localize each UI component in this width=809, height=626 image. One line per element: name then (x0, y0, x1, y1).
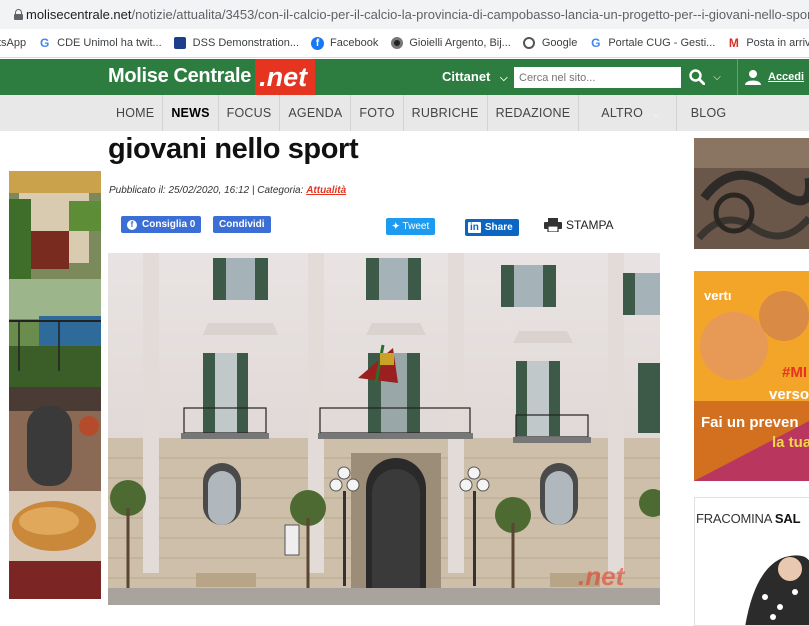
globe-icon (523, 37, 536, 50)
url-host: molisecentrale.net (26, 7, 132, 22)
chevron-down-icon: ⌵ (713, 71, 721, 83)
thumbnail-collage[interactable] (9, 171, 101, 599)
bookmark-item[interactable]: f Facebook (311, 36, 379, 50)
print-label: STAMPA (566, 218, 614, 232)
bookmark-item[interactable]: DSS Demonstration... (174, 37, 299, 50)
gmail-icon: M (728, 36, 739, 50)
left-image-strip (9, 171, 101, 599)
category-link[interactable]: Attualità (306, 185, 346, 196)
bookmark-label: DSS Demonstration... (192, 37, 300, 49)
bookmark-label: tsApp (0, 37, 27, 49)
jewelry-icon (390, 37, 403, 50)
bookmark-label: Google (541, 37, 578, 49)
like-label: Consiglia 0 (142, 219, 196, 230)
fracomina-image (745, 555, 809, 625)
ad-line2: verso (769, 386, 809, 403)
photo-watermark: .net (578, 561, 626, 591)
nav-altro-label: ALTRO (601, 106, 644, 120)
bookmark-label: Facebook (330, 37, 379, 49)
fracomina-sale: SAL (774, 511, 801, 526)
nav-item-rubriche[interactable]: RUBRICHE (404, 95, 488, 131)
google-icon: G (591, 36, 601, 50)
logo-molise: Molise (108, 65, 169, 87)
facebook-like-button[interactable]: f Consiglia 0 (121, 216, 202, 233)
sidebar-advertisement[interactable]: vertı #MI verso Fai un preven la tua (694, 271, 809, 481)
facebook-icon: f (127, 219, 137, 230)
search-button[interactable]: ⌵ (685, 65, 725, 89)
bookmarks-bar: tsApp G CDE Unimol ha twit... DSS Demons… (0, 29, 809, 58)
url-path: /notizie/attualita/3453/con-il-calcio-pe… (131, 7, 809, 22)
dss-icon (174, 37, 187, 50)
site-logo[interactable]: Molise Centrale .net (108, 59, 316, 95)
ad-line4: la tua (772, 434, 809, 451)
chevron-down-icon: ⌵ (652, 109, 660, 119)
nav-item-blog[interactable]: BLOG (677, 95, 741, 131)
farm-tools-image (694, 138, 809, 249)
printer-icon (544, 218, 562, 232)
fracomina-brand: FRACOMINA (696, 511, 772, 526)
share-label: Condividi (219, 219, 265, 230)
address-bar[interactable]: molisecentrale.net/notizie/attualita/345… (0, 0, 809, 29)
nav-item-altro[interactable]: ALTRO ⌵ (579, 95, 677, 131)
search-input[interactable] (514, 67, 681, 88)
bookmark-item[interactable]: tsApp (0, 37, 26, 49)
chevron-down-icon: ⌵ (500, 73, 508, 84)
login-link[interactable]: Accedi | (737, 59, 809, 95)
bookmark-item[interactable]: G CDE Unimol ha twit... (38, 36, 162, 50)
linkedin-label: Share (484, 222, 513, 233)
cittanet-dropdown[interactable]: Cittanet ⌵ (442, 69, 508, 84)
nav-item-foto[interactable]: FOTO (351, 95, 404, 131)
publication-line: Pubblicato il: 25/02/2020, 16:12 | Categ… (109, 185, 346, 196)
logo-net: .net (255, 59, 316, 95)
facebook-share-button[interactable]: Condividi (213, 216, 271, 233)
fracomina-advertisement[interactable]: FRACOMINA SAL (694, 497, 809, 626)
bookmark-item[interactable]: Google (523, 37, 577, 50)
ad-line3: Fai un preven (701, 414, 799, 431)
bookmark-label: CDE Unimol ha twit... (57, 37, 162, 49)
ad-brand: vertı (704, 288, 732, 303)
logo-centrale: Centrale (173, 65, 252, 87)
article-title: giovani nello sport (108, 133, 359, 165)
linkedin-share-button[interactable]: in Share (465, 219, 519, 236)
article-photo[interactable]: .net (108, 253, 660, 605)
tweet-label: Tweet (402, 221, 430, 232)
twitter-icon: ✦ (392, 221, 400, 231)
published-date: Pubblicato il: 25/02/2020, 16:12 | Categ… (109, 185, 307, 196)
nav-item-agenda[interactable]: AGENDA (280, 95, 352, 131)
ad-hashtag: #MI (782, 364, 808, 381)
nav-item-redazione[interactable]: REDAZIONE (488, 95, 580, 131)
nav-item-focus[interactable]: FOCUS (219, 95, 281, 131)
linkedin-icon: in (468, 222, 481, 233)
login-label: Accedi (768, 71, 805, 83)
facebook-icon: f (311, 36, 325, 50)
user-icon (745, 70, 761, 85)
fracomina-label: FRACOMINA SAL (696, 511, 801, 526)
palazzo-photo: .net (108, 253, 660, 605)
google-icon: G (39, 36, 50, 50)
bookmark-item[interactable]: M Posta in arrivo (727, 36, 809, 50)
nav-items: HOME NEWS FOCUS AGENDA FOTO RUBRICHE RED… (108, 95, 740, 131)
bookmark-label: Portale CUG - Gesti... (608, 37, 716, 49)
bookmark-label: Posta in arrivo (746, 37, 809, 49)
nav-item-home[interactable]: HOME (108, 95, 164, 131)
print-button[interactable]: STAMPA (544, 218, 614, 232)
search-icon (689, 69, 706, 85)
nav-item-news[interactable]: NEWS (163, 95, 219, 131)
tweet-button[interactable]: ✦ Tweet (386, 218, 436, 235)
sidebar-image[interactable] (694, 138, 809, 249)
bookmark-label: Gioielli Argento, Bij... (409, 37, 511, 49)
bookmark-item[interactable]: Gioielli Argento, Bij... (390, 37, 511, 50)
bookmark-item[interactable]: G Portale CUG - Gesti... (589, 36, 716, 50)
cittanet-label: Cittanet (442, 69, 491, 84)
